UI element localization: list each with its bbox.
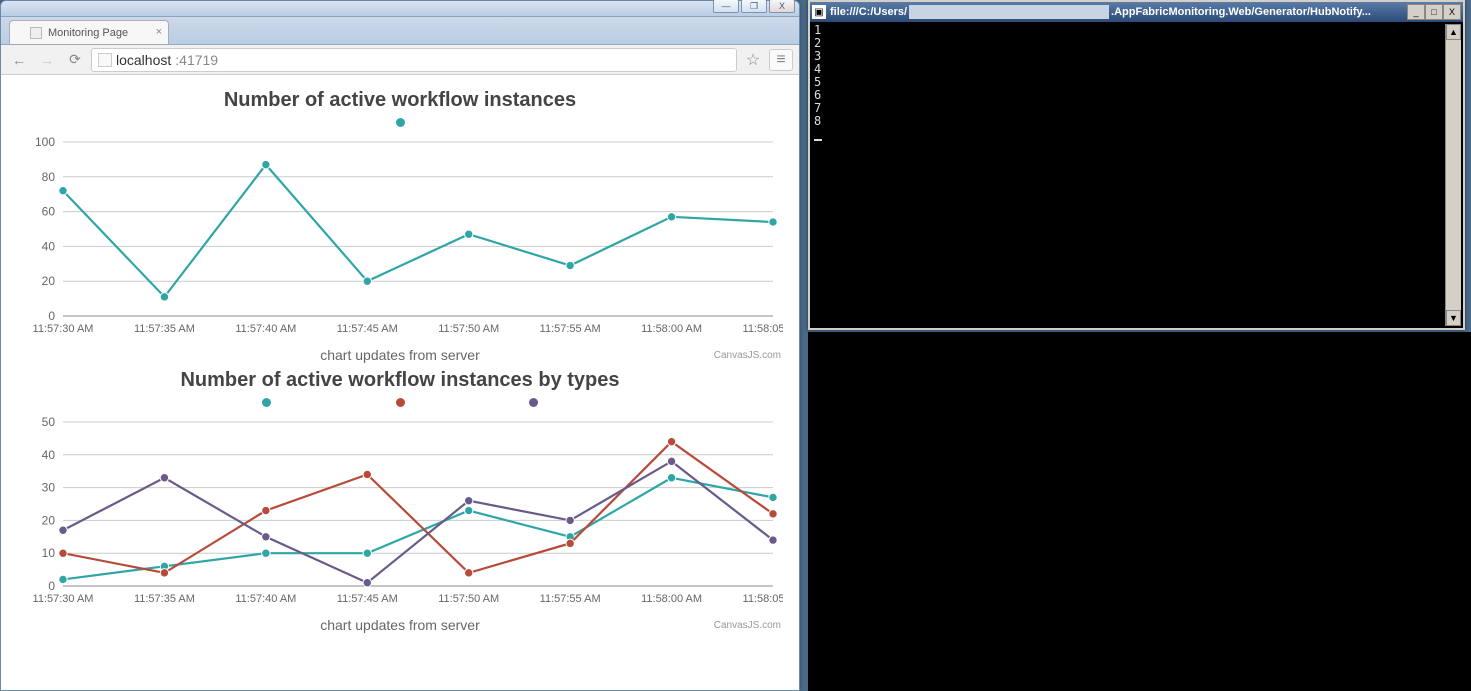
svg-text:0: 0 xyxy=(48,579,55,593)
watermark: CanvasJS.com xyxy=(714,350,781,361)
site-icon xyxy=(98,53,112,67)
console-titlebar[interactable]: ▣ file:///C:/Users/ .AppFabricMonitoring… xyxy=(810,2,1463,22)
svg-text:50: 50 xyxy=(42,415,56,429)
window-titlebar[interactable]: — ❐ X xyxy=(1,1,799,17)
svg-text:60: 60 xyxy=(42,205,56,219)
x-axis-title: chart updates from server xyxy=(13,347,787,363)
legend-marker[interactable] xyxy=(396,398,405,407)
page-content: Number of active workflow instances 0 20 4… xyxy=(1,75,799,690)
console-minimize-button[interactable]: _ xyxy=(1407,4,1425,20)
window-minimize-button[interactable]: — xyxy=(713,0,739,13)
scrollbar[interactable]: ▲ ▼ xyxy=(1445,24,1461,326)
reload-button[interactable]: ⟳ xyxy=(63,49,87,71)
svg-text:11:57:40 AM: 11:57:40 AM xyxy=(235,323,296,335)
bookmark-star-icon[interactable]: ☆ xyxy=(741,49,765,71)
title-redacted xyxy=(909,5,1109,19)
scroll-down-icon[interactable]: ▼ xyxy=(1446,310,1461,326)
svg-text:11:57:55 AM: 11:57:55 AM xyxy=(540,593,601,605)
svg-text:10: 10 xyxy=(42,546,56,560)
toolbar: ← → ⟳ localhost:41719 ☆ ≡ xyxy=(1,45,799,75)
chart-active-instances-by-type: Number of active workflow instances by t… xyxy=(13,369,787,633)
svg-text:11:58:00 AM: 11:58:00 AM xyxy=(641,593,702,605)
svg-text:11:57:55 AM: 11:57:55 AM xyxy=(540,323,601,335)
svg-text:30: 30 xyxy=(42,481,56,495)
svg-text:40: 40 xyxy=(42,448,56,462)
tab-label: Monitoring Page xyxy=(48,27,128,39)
back-button[interactable]: ← xyxy=(7,49,31,71)
legend-marker[interactable] xyxy=(529,398,538,407)
svg-text:20: 20 xyxy=(42,274,56,288)
url-host: localhost xyxy=(116,52,171,68)
url-port: :41719 xyxy=(175,52,218,68)
svg-text:11:57:40 AM: 11:57:40 AM xyxy=(235,593,296,605)
svg-text:11:57:35 AM: 11:57:35 AM xyxy=(134,323,195,335)
legend-marker[interactable] xyxy=(396,118,405,127)
menu-button[interactable]: ≡ xyxy=(769,49,793,71)
svg-text:80: 80 xyxy=(42,170,56,184)
console-window: ▣ file:///C:/Users/ .AppFabricMonitoring… xyxy=(808,0,1465,330)
svg-text:11:58:00 AM: 11:58:00 AM xyxy=(641,323,702,335)
svg-text:0: 0 xyxy=(48,309,55,323)
console-maximize-button[interactable]: □ xyxy=(1425,4,1443,20)
console-close-button[interactable]: X xyxy=(1443,4,1461,20)
x-axis-title: chart updates from server xyxy=(13,617,787,633)
svg-text:11:57:45 AM: 11:57:45 AM xyxy=(337,323,398,335)
svg-text:11:57:45 AM: 11:57:45 AM xyxy=(337,593,398,605)
legend-marker[interactable] xyxy=(262,398,271,407)
svg-text:20: 20 xyxy=(42,513,56,527)
address-bar[interactable]: localhost:41719 xyxy=(91,48,737,72)
chart-legend xyxy=(13,114,787,132)
chart-canvas: 0 20 40 60 80 100 11:57:30 AM 11:57:35 AM 11:57:… xyxy=(13,134,783,344)
chart-title: Number of active workflow instances xyxy=(13,89,787,112)
svg-text:100: 100 xyxy=(35,135,55,149)
svg-text:11:58:05 AM: 11:58:05 AM xyxy=(743,593,783,605)
forward-button[interactable]: → xyxy=(35,49,59,71)
watermark: CanvasJS.com xyxy=(714,620,781,631)
page-icon xyxy=(30,27,42,39)
console-output[interactable]: 1 2 3 4 5 6 7 8 xyxy=(812,24,1445,326)
svg-text:11:58:05 AM: 11:58:05 AM xyxy=(743,323,783,335)
chart-legend xyxy=(13,394,787,412)
tab-monitoring-page[interactable]: Monitoring Page × xyxy=(9,20,169,44)
svg-text:11:57:30 AM: 11:57:30 AM xyxy=(33,593,94,605)
chart-active-instances: Number of active workflow instances 0 20 4… xyxy=(13,89,787,363)
close-icon[interactable]: × xyxy=(156,26,162,38)
svg-text:40: 40 xyxy=(42,239,56,253)
desktop-background xyxy=(808,332,1471,691)
window-close-button[interactable]: X xyxy=(769,0,795,13)
console-title-suffix: .AppFabricMonitoring.Web/Generator/HubNo… xyxy=(1111,6,1407,18)
svg-text:11:57:35 AM: 11:57:35 AM xyxy=(134,593,195,605)
svg-text:11:57:30 AM: 11:57:30 AM xyxy=(33,323,94,335)
browser-window: — ❐ X Monitoring Page × ← → ⟳ localhost:… xyxy=(0,0,800,691)
chart-canvas: 0 10 20 30 40 50 11:57:30 AM 11:57:35 AM 11:57:4… xyxy=(13,414,783,614)
svg-text:11:57:50 AM: 11:57:50 AM xyxy=(438,593,499,605)
console-title-prefix: file:///C:/Users/ xyxy=(830,6,907,18)
tab-strip: Monitoring Page × xyxy=(1,17,799,45)
chart-title: Number of active workflow instances by t… xyxy=(13,369,787,392)
scroll-up-icon[interactable]: ▲ xyxy=(1446,24,1461,40)
app-icon: ▣ xyxy=(812,5,826,19)
svg-text:11:57:50 AM: 11:57:50 AM xyxy=(438,323,499,335)
window-maximize-button[interactable]: ❐ xyxy=(741,0,767,13)
